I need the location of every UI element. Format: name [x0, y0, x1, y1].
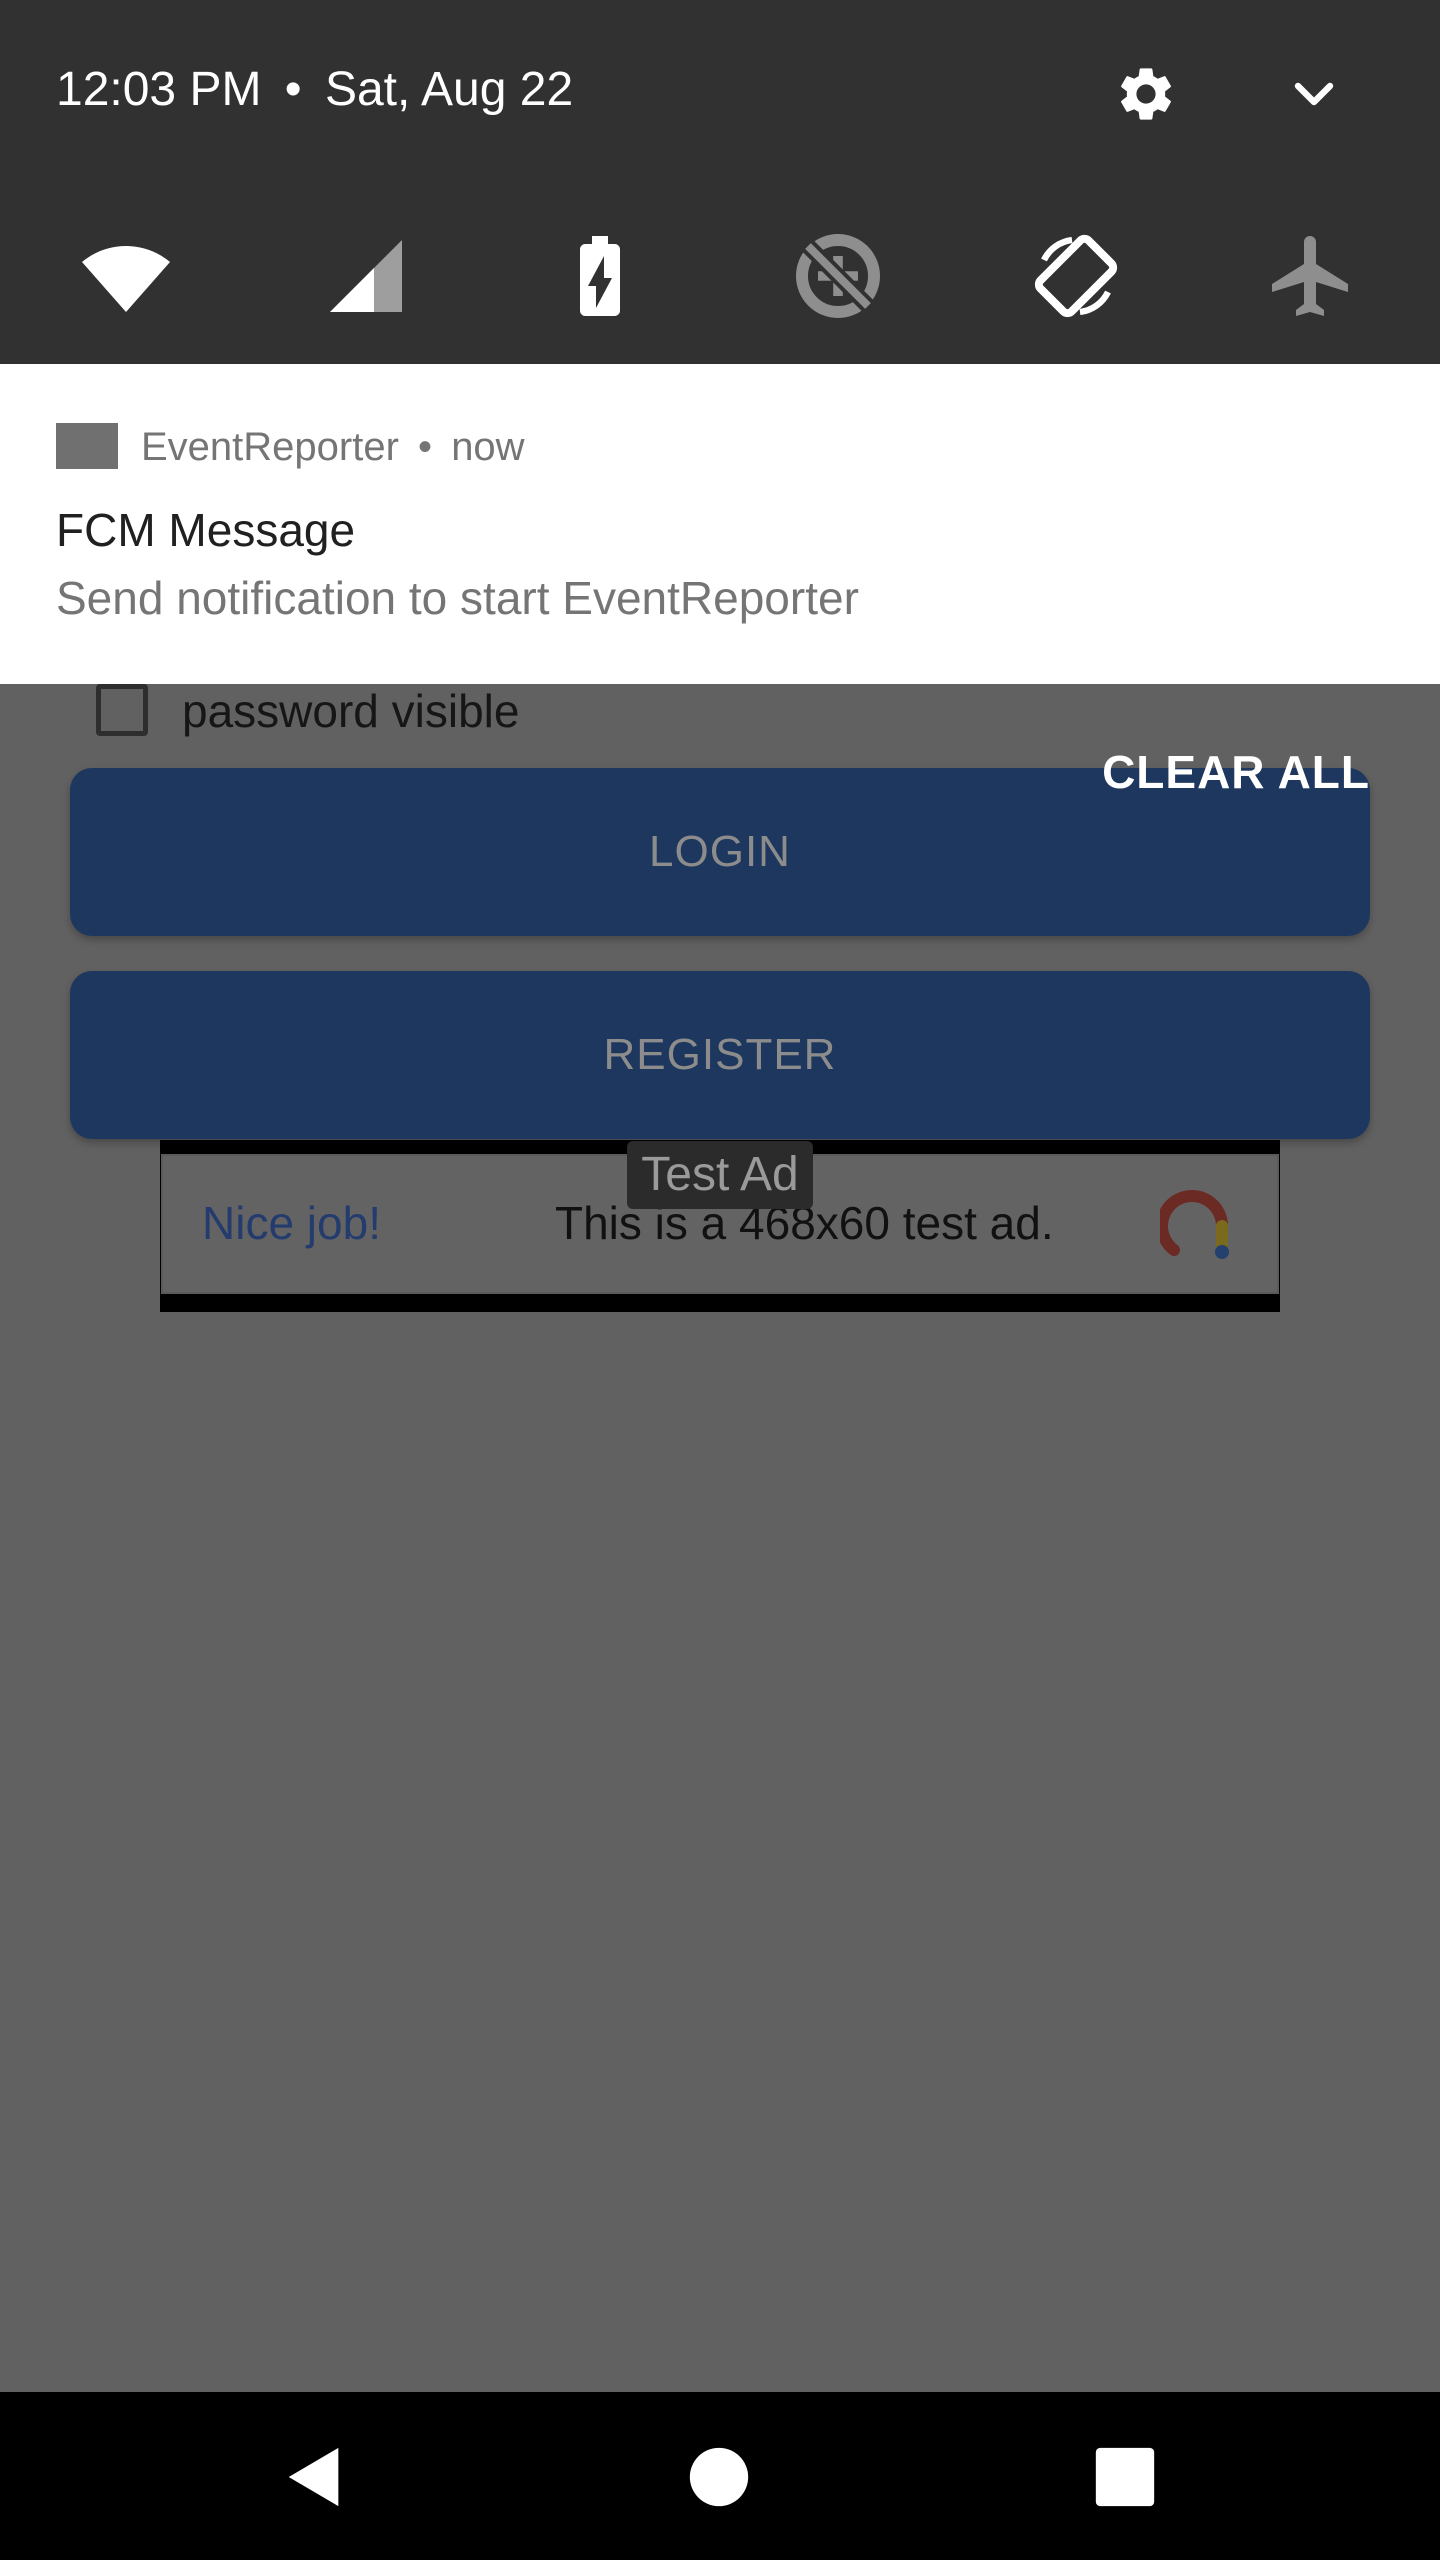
recents-icon[interactable]	[1090, 2442, 1160, 2512]
ad-headline: Nice job!	[202, 1197, 381, 1249]
auto-rotate-icon[interactable]	[1028, 228, 1124, 324]
cellular-signal-icon[interactable]	[318, 228, 414, 324]
battery-charging-icon[interactable]	[552, 228, 648, 324]
password-visible-label: password visible	[182, 685, 520, 737]
gear-icon[interactable]	[1114, 62, 1178, 126]
status-time: 12:03 PM	[56, 63, 262, 116]
admob-logo-icon	[1160, 1190, 1229, 1259]
chevron-down-icon[interactable]	[1282, 62, 1346, 126]
status-datetime: 12:03 PM • Sat, Aug 22	[56, 60, 573, 120]
app-icon	[56, 423, 118, 469]
notification-time: now	[451, 425, 525, 469]
airplane-mode-icon[interactable]	[1264, 228, 1360, 324]
back-icon[interactable]	[280, 2442, 350, 2512]
wifi-icon[interactable]	[78, 228, 174, 324]
home-icon[interactable]	[684, 2442, 754, 2512]
notification-app-name: EventReporter	[141, 425, 399, 469]
notification-header: EventReporter • now	[141, 422, 525, 472]
test-ad-badge: Test Ad	[627, 1141, 813, 1209]
status-date: Sat, Aug 22	[324, 63, 574, 116]
notification-separator: •	[418, 425, 433, 469]
register-button[interactable]: REGISTER	[70, 971, 1370, 1139]
password-visible-checkbox[interactable]	[96, 684, 148, 736]
status-separator: •	[284, 63, 302, 116]
clear-all-button[interactable]: CLEAR ALL	[1102, 742, 1370, 802]
quick-settings-panel	[0, 0, 1440, 364]
notification-body: Send notification to start EventReporter	[56, 572, 859, 624]
data-saver-off-icon[interactable]	[790, 228, 886, 324]
notification-title: FCM Message	[56, 504, 356, 556]
